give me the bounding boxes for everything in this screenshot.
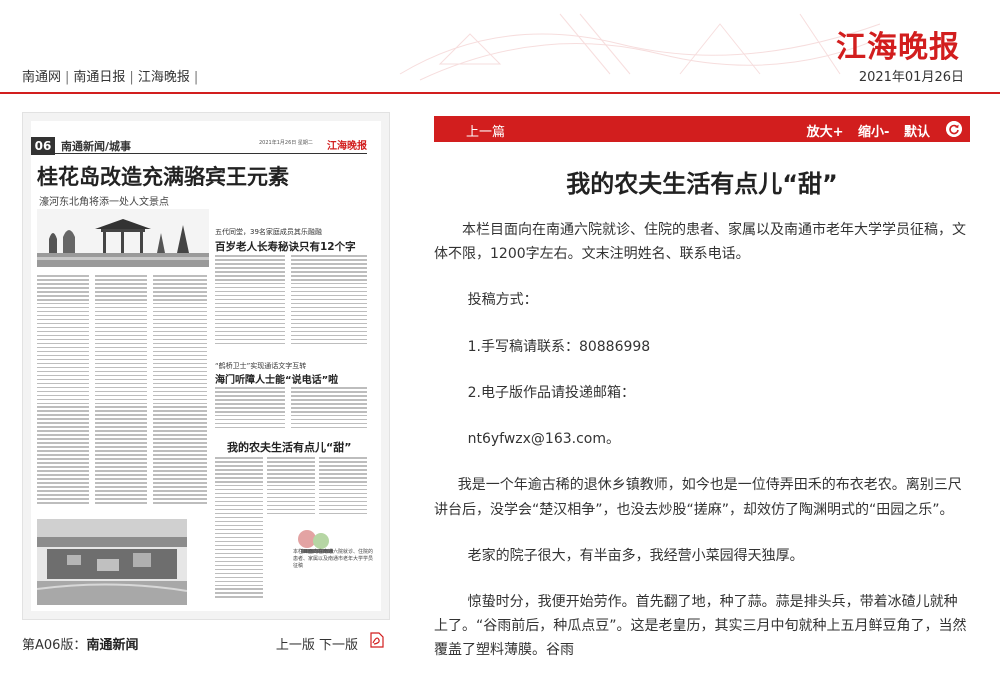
page-footer: 第A06版：南通新闻 上一版 下一版 xyxy=(22,632,388,653)
prev-article-link[interactable]: 上一篇 xyxy=(466,121,505,140)
article-body: 本栏目面向在南通六院就诊、住院的患者、家属以及南通市老年大学学员征稿，文体不限，… xyxy=(434,218,970,685)
nav-separator: | xyxy=(65,70,70,85)
body-text-column xyxy=(319,457,367,517)
article-paragraph: 本栏目面向在南通六院就诊、住院的患者、家属以及南通市老年大学学员征稿，文体不限，… xyxy=(434,222,966,263)
story2-kicker: 五代同堂，39名家庭成员其乐融融 xyxy=(215,228,322,236)
page-credit: 本栏目面向在南通六院就诊、住院的患者、家属以及南通市老年大学学员征稿 xyxy=(293,549,374,569)
site-header: 江海晚报 南通网 | 南通日报 | 江海晚报 | 2021年01月26日 xyxy=(0,0,1000,96)
article-paragraph: 2.电子版作品请投递邮箱： xyxy=(467,384,635,401)
body-text-column xyxy=(291,387,367,431)
prev-page-link[interactable]: 上一版 xyxy=(276,638,315,653)
page-section: 南通新闻/城事 xyxy=(61,140,132,153)
next-page-link[interactable]: 下一版 xyxy=(319,638,358,653)
page-subhead: 濠河东北角将添一处人文景点 xyxy=(39,197,169,208)
default-size-button[interactable]: 默认 xyxy=(904,125,930,140)
article-paragraph: 投稿方式： xyxy=(467,292,538,309)
nav-separator: | xyxy=(193,70,199,85)
nav-link-nantong-daily[interactable]: 南通日报 xyxy=(73,70,125,85)
body-text-column xyxy=(267,457,315,517)
body-text-column xyxy=(37,275,89,506)
site-logo[interactable]: 江海晚报 xyxy=(836,22,960,66)
zoom-in-button[interactable]: 放大+ xyxy=(807,125,844,140)
zoom-out-button[interactable]: 缩小- xyxy=(858,125,889,140)
top-nav: 南通网 | 南通日报 | 江海晚报 | xyxy=(22,66,202,85)
page-headline[interactable]: 桂花岛改造充满骆宾王元素 xyxy=(37,161,289,191)
issue-date: 2021年01月26日 xyxy=(858,70,964,85)
article-paragraph: 我是一个年逾古稀的退休乡镇教师，如今也是一位侍弄田禾的布衣老农。离别三尺讲台后，… xyxy=(434,477,962,518)
story3-headline[interactable]: 海门听障人士能“说电话”啦 xyxy=(215,371,338,386)
story4-headline[interactable]: 我的农夫生活有点儿“甜” xyxy=(227,439,351,455)
page-label-prefix: 第A06版： xyxy=(22,638,87,653)
nav-separator: | xyxy=(129,70,134,85)
body-text-column xyxy=(215,387,285,431)
newspaper-page-image[interactable]: 06 南通新闻/城事 2021年1月26日 星期二 江海晚报 桂花岛改造充满骆宾… xyxy=(31,121,381,611)
nav-link-nantong-net[interactable]: 南通网 xyxy=(22,70,61,85)
page-navigation: 上一版 下一版 xyxy=(276,634,358,653)
font-size-controls: 放大+ 缩小- 默认 xyxy=(797,121,930,140)
header-watermark-decoration xyxy=(399,13,891,81)
body-text-column xyxy=(291,255,367,347)
body-text-column xyxy=(215,255,285,347)
article-paragraph: 1.手写稿请联系：80886998 xyxy=(467,338,651,355)
story3-kicker: “鹤桥卫士”实现通话文字互转 xyxy=(215,362,307,370)
article-paragraph: 老家的院子很大，有半亩多，我经营小菜园得天独厚。 xyxy=(467,547,804,564)
article-toolbar: 上一篇 放大+ 缩小- 默认 xyxy=(434,116,970,142)
body-text-column xyxy=(215,457,263,600)
page-label-name: 南通新闻 xyxy=(86,638,139,653)
nav-link-jianghai-evening[interactable]: 江海晚报 xyxy=(138,70,190,85)
page-date-line: 2021年1月26日 星期二 xyxy=(259,140,313,146)
article-email[interactable]: nt6yfwzx@163.com。 xyxy=(434,427,970,451)
newspaper-page-frame: 06 南通新闻/城事 2021年1月26日 星期二 江海晚报 桂花岛改造充满骆宾… xyxy=(22,112,390,620)
body-text-column xyxy=(153,275,207,506)
body-text-column xyxy=(95,275,147,506)
pdf-icon[interactable] xyxy=(370,632,384,648)
story2-headline[interactable]: 百岁老人长寿秘诀只有12个字 xyxy=(215,239,356,254)
pavilion-photo xyxy=(37,209,209,267)
page-rule xyxy=(31,153,367,154)
refresh-icon[interactable] xyxy=(946,121,962,137)
article-title: 我的农夫生活有点儿“甜” xyxy=(566,170,838,198)
page-logo: 江海晚报 xyxy=(327,141,367,152)
article-paragraph: 惊蛰时分，我便开始劳作。首先翻了地，种了蒜。蒜是排头兵，带着冰碴儿就种上了。“谷… xyxy=(434,593,967,659)
page-label: 第A06版：南通新闻 xyxy=(22,634,138,653)
header-divider xyxy=(0,92,1000,94)
island-aerial-photo xyxy=(37,519,187,605)
